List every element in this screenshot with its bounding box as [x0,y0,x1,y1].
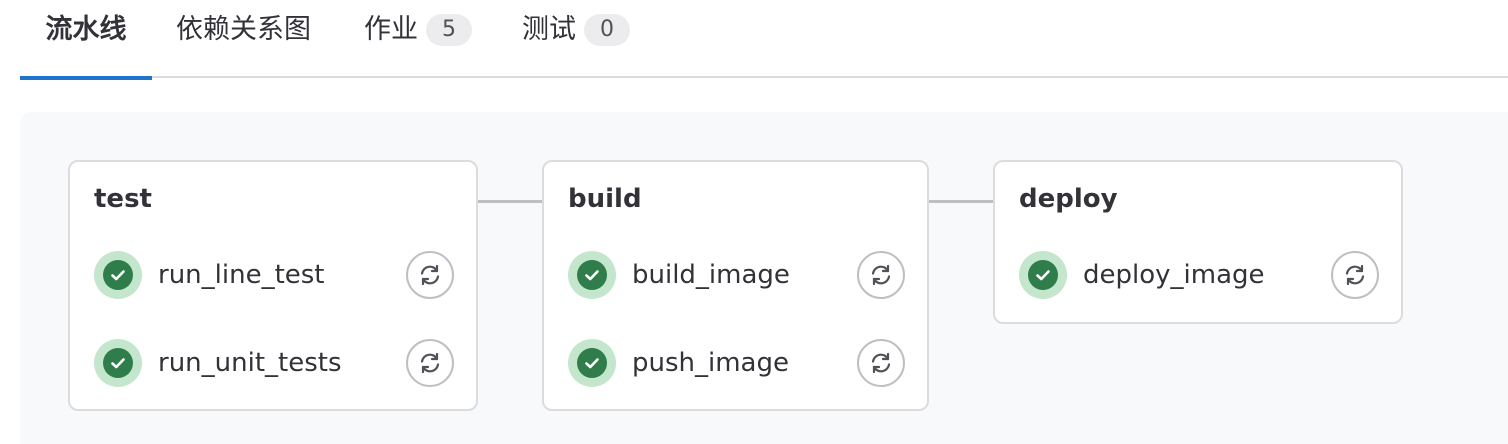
job-name[interactable]: deploy_image [1083,260,1265,290]
retry-icon [420,352,440,374]
retry-button[interactable] [1331,251,1379,299]
stage-title: deploy [1019,184,1118,214]
retry-button[interactable] [857,339,905,387]
job-run-unit-tests[interactable]: run_unit_tests [94,339,342,387]
tab-dependencies-label: 依赖关系图 [176,14,311,45]
tab-tests-label: 测试 [522,14,576,45]
stage-connector [928,200,994,203]
stage-title: test [94,184,152,214]
tab-tests[interactable]: 测试 0 [522,0,630,78]
tab-pipeline[interactable]: 流水线 [20,0,152,80]
retry-button[interactable] [857,251,905,299]
check-circle-icon [568,251,616,299]
job-name[interactable]: push_image [632,348,789,378]
retry-icon [871,352,891,374]
retry-icon [1345,264,1365,286]
job-run-line-test[interactable]: run_line_test [94,251,325,299]
retry-icon [871,264,891,286]
job-name[interactable]: run_unit_tests [158,348,342,378]
check-circle-icon [568,339,616,387]
check-circle-icon [94,339,142,387]
retry-button[interactable] [406,251,454,299]
stage-test: test run_line_test run_unit_tests [68,160,478,411]
job-push-image[interactable]: push_image [568,339,789,387]
retry-icon [420,264,440,286]
stage-deploy: deploy deploy_image [993,160,1403,324]
pipeline-tabs: 流水线 依赖关系图 作业 5 测试 0 [20,0,1508,80]
stage-connector [477,200,543,203]
stage-build: build build_image push_image [542,160,929,411]
job-name[interactable]: run_line_test [158,260,325,290]
tests-count-badge: 0 [584,14,630,46]
tab-pipeline-label: 流水线 [45,14,127,45]
job-deploy-image[interactable]: deploy_image [1019,251,1265,299]
stage-title: build [568,184,642,214]
tab-jobs-label: 作业 [364,14,418,45]
check-circle-icon [94,251,142,299]
retry-button[interactable] [406,339,454,387]
jobs-count-badge: 5 [426,14,472,46]
check-circle-icon [1019,251,1067,299]
tab-jobs[interactable]: 作业 5 [364,0,472,78]
job-build-image[interactable]: build_image [568,251,790,299]
job-name[interactable]: build_image [632,260,790,290]
tab-dependencies[interactable]: 依赖关系图 [176,0,311,78]
